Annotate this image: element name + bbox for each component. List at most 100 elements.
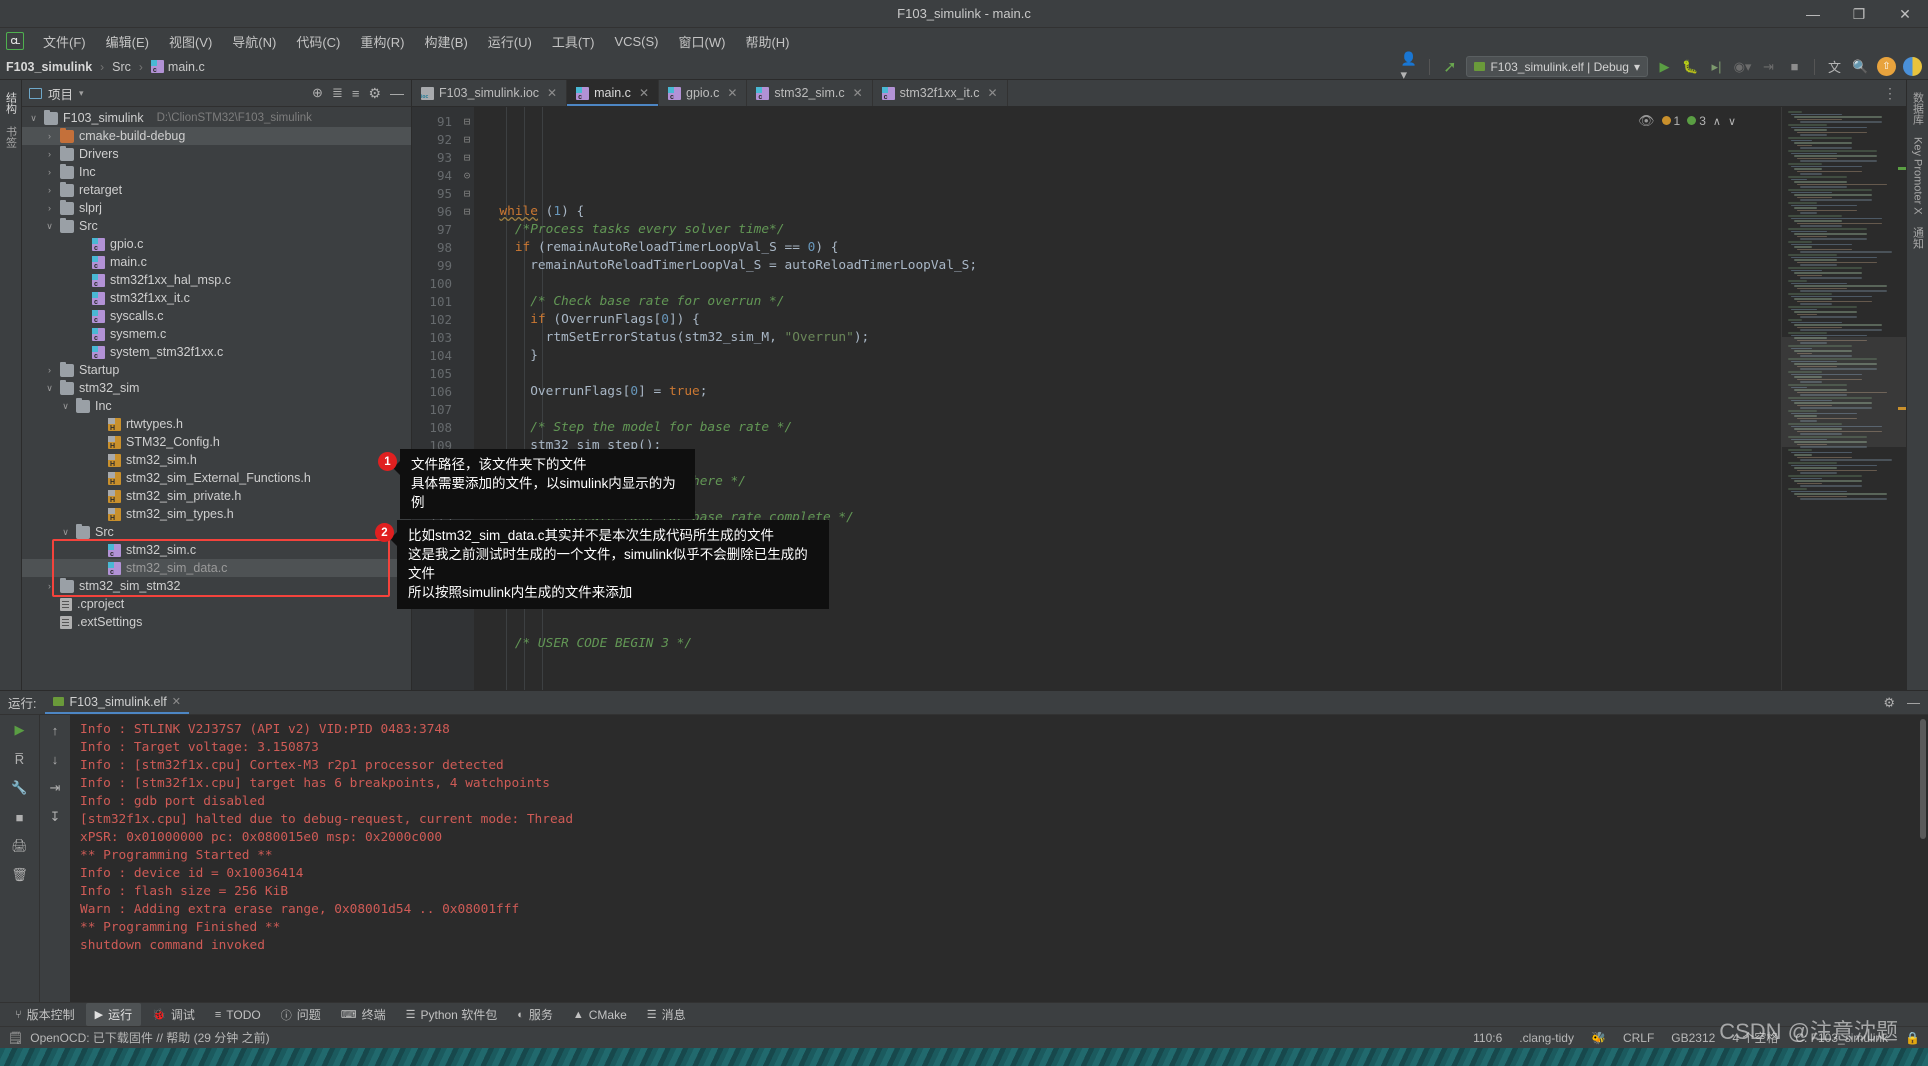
- locate-file-icon[interactable]: ⊕: [312, 85, 323, 101]
- project-dropdown-icon[interactable]: ▾: [79, 88, 84, 99]
- down-arrow-icon[interactable]: ↓: [46, 750, 64, 768]
- tree-node-slprj[interactable]: › slprj: [22, 199, 411, 217]
- clang-tidy-icon[interactable]: 🐝: [1591, 1031, 1606, 1045]
- close-icon[interactable]: ✕: [853, 86, 863, 100]
- fold-marker[interactable]: ⊟: [460, 113, 474, 131]
- code-line[interactable]: while (1) {: [484, 203, 1781, 221]
- build-hammer-icon[interactable]: ➚: [1440, 57, 1459, 76]
- code-line[interactable]: [484, 653, 1781, 671]
- tree-node-stm32_sim.h[interactable]: stm32_sim.h: [22, 451, 411, 469]
- status-message[interactable]: OpenOCD: 已下载固件 // 帮助 (29 分钟 之前): [30, 1029, 269, 1046]
- inspection-widget[interactable]: 👁 1 3 ∧ ∨: [1638, 113, 1736, 129]
- expand-arrow-icon[interactable]: ›: [44, 167, 55, 177]
- stop-button[interactable]: ■: [1785, 57, 1804, 76]
- expand-arrow-icon[interactable]: ∨: [60, 527, 71, 538]
- tool-window-notifications[interactable]: 通知: [1910, 221, 1926, 255]
- up-arrow-icon[interactable]: ↑: [46, 721, 64, 739]
- menu-window[interactable]: 窗口(W): [670, 29, 735, 54]
- tree-node-sysmem.c[interactable]: sysmem.c: [22, 325, 411, 343]
- caret-position[interactable]: 110:6: [1473, 1031, 1502, 1045]
- menu-build[interactable]: 构建(B): [415, 29, 476, 54]
- tree-node-stm32f1xx_hal_msp.c[interactable]: stm32f1xx_hal_msp.c: [22, 271, 411, 289]
- menu-file[interactable]: 文件(F): [34, 29, 95, 54]
- tree-node-.cproject[interactable]: .cproject: [22, 595, 411, 613]
- run-with-coverage-button[interactable]: ▸|: [1707, 57, 1726, 76]
- code-line[interactable]: /* Step the model for base rate */: [484, 419, 1781, 437]
- bottom-bar-Python____[interactable]: ☰ Python 软件包: [397, 1003, 507, 1026]
- minimize-button[interactable]: —: [1790, 0, 1836, 28]
- tree-node-stm32_sim_private.h[interactable]: stm32_sim_private.h: [22, 487, 411, 505]
- expand-arrow-icon[interactable]: ∨: [60, 401, 71, 412]
- run-configuration-selector[interactable]: F103_simulink.elf | Debug ▾: [1466, 56, 1648, 77]
- tree-node-retarget[interactable]: › retarget: [22, 181, 411, 199]
- editor-tab-F103_simulink.ioc[interactable]: F103_simulink.ioc ✕: [412, 80, 568, 106]
- rerun-icon[interactable]: ▶: [11, 721, 29, 739]
- stop-icon[interactable]: ■: [11, 808, 29, 826]
- soft-wrap-icon[interactable]: ⇥: [46, 779, 64, 797]
- console-hide-icon[interactable]: —: [1907, 695, 1920, 710]
- code-line[interactable]: [484, 365, 1781, 383]
- tree-node-stm32_sim_stm32[interactable]: › stm32_sim_stm32: [22, 577, 411, 595]
- bottom-bar-__[interactable]: ◐ 服务: [508, 1003, 562, 1026]
- tool-window-structure[interactable]: 结构: [3, 86, 19, 120]
- next-problem-icon[interactable]: ∨: [1728, 115, 1736, 128]
- tree-node-Inc[interactable]: › Inc: [22, 163, 411, 181]
- editor-tab-overflow[interactable]: ⋮: [1874, 80, 1906, 106]
- inspection-profile[interactable]: .clang-tidy: [1519, 1031, 1574, 1045]
- rerun-failed-icon[interactable]: R̅: [11, 750, 29, 768]
- close-icon[interactable]: ✕: [547, 86, 557, 100]
- editor-tab-stm32f1xx_it.c[interactable]: stm32f1xx_it.c ✕: [873, 80, 1008, 106]
- code-line[interactable]: rtmSetErrorStatus(stm32_sim_M, "Overrun"…: [484, 329, 1781, 347]
- tree-node-rtwtypes.h[interactable]: rtwtypes.h: [22, 415, 411, 433]
- collapse-all-icon[interactable]: ≡: [352, 86, 360, 101]
- code-line[interactable]: [484, 401, 1781, 419]
- search-icon[interactable]: 🔍: [1851, 57, 1870, 76]
- expand-arrow-icon[interactable]: ›: [44, 581, 55, 591]
- expand-arrow-icon[interactable]: ∨: [44, 221, 55, 232]
- scroll-to-end-icon[interactable]: ↧: [46, 808, 64, 826]
- code-line[interactable]: remainAutoReloadTimerLoopVal_S = autoRel…: [484, 257, 1781, 275]
- fold-marker[interactable]: ⊟: [460, 203, 474, 221]
- fold-marker[interactable]: ⊟: [460, 149, 474, 167]
- menu-run[interactable]: 运行(U): [479, 29, 541, 54]
- expand-arrow-icon[interactable]: ∨: [28, 113, 39, 124]
- update-icon[interactable]: ⇧: [1877, 57, 1896, 76]
- bottom-bar-__[interactable]: 🐞 调试: [143, 1003, 204, 1026]
- tree-node-Src[interactable]: ∨ Src: [22, 523, 411, 541]
- event-log-icon[interactable]: 🗒: [8, 1031, 23, 1045]
- console-output[interactable]: Info : STLINK V2J37S7 (API v2) VID:PID 0…: [70, 715, 1918, 1002]
- menu-code[interactable]: 代码(C): [287, 29, 349, 54]
- eye-off-icon[interactable]: 👁: [1638, 113, 1655, 129]
- tree-node-.extSettings[interactable]: .extSettings: [22, 613, 411, 631]
- breadcrumb-folder[interactable]: Src: [112, 60, 131, 74]
- menu-vcs[interactable]: VCS(S): [605, 31, 667, 52]
- code-line[interactable]: OverrunFlags[0] = true;: [484, 383, 1781, 401]
- tree-node-syscalls.c[interactable]: syscalls.c: [22, 307, 411, 325]
- code-line[interactable]: if (remainAutoReloadTimerLoopVal_S == 0)…: [484, 239, 1781, 257]
- breadcrumb-project[interactable]: F103_simulink: [6, 60, 92, 74]
- settings-gear-icon[interactable]: ⚙: [368, 85, 381, 102]
- tool-window-database[interactable]: 数据库: [1910, 86, 1926, 131]
- expand-arrow-icon[interactable]: ›: [44, 131, 55, 141]
- tree-node-F103_simulink[interactable]: ∨ F103_simulink D:\ClionSTM32\F103_simulin…: [22, 109, 411, 127]
- menu-help[interactable]: 帮助(H): [736, 29, 798, 54]
- editor-tab-stm32_sim.c[interactable]: stm32_sim.c ✕: [747, 80, 873, 106]
- code-line[interactable]: /* Check base rate for overrun */: [484, 293, 1781, 311]
- close-icon[interactable]: ✕: [727, 86, 737, 100]
- debug-button[interactable]: 🐛: [1681, 57, 1700, 76]
- tree-node-Drivers[interactable]: › Drivers: [22, 145, 411, 163]
- menu-tools[interactable]: 工具(T): [543, 29, 604, 54]
- breadcrumb-file[interactable]: main.c: [168, 60, 205, 74]
- code-line[interactable]: [484, 617, 1781, 635]
- bottom-tool-window-bar[interactable]: ⑂ 版本控制 ▶ 运行 🐞 调试 ≡ TODO ⓘ 问题 ⌨ 终端 ☰ Python 软件包 ◐ 服务 ▲ CMa…: [0, 1002, 1928, 1026]
- maximize-button[interactable]: ❐: [1836, 0, 1882, 28]
- line-separator[interactable]: CRLF: [1623, 1031, 1654, 1045]
- bottom-bar-__[interactable]: ▶ 运行: [85, 1003, 142, 1026]
- tree-node-stm32f1xx_it.c[interactable]: stm32f1xx_it.c: [22, 289, 411, 307]
- hide-panel-icon[interactable]: —: [390, 85, 404, 101]
- code-line[interactable]: /*Process tasks every solver time*/: [484, 221, 1781, 239]
- expand-arrow-icon[interactable]: ›: [44, 365, 55, 375]
- bottom-bar-__[interactable]: ☰ 消息: [638, 1003, 695, 1026]
- plugin-icon[interactable]: [1903, 57, 1922, 76]
- menu-refactor[interactable]: 重构(R): [351, 29, 413, 54]
